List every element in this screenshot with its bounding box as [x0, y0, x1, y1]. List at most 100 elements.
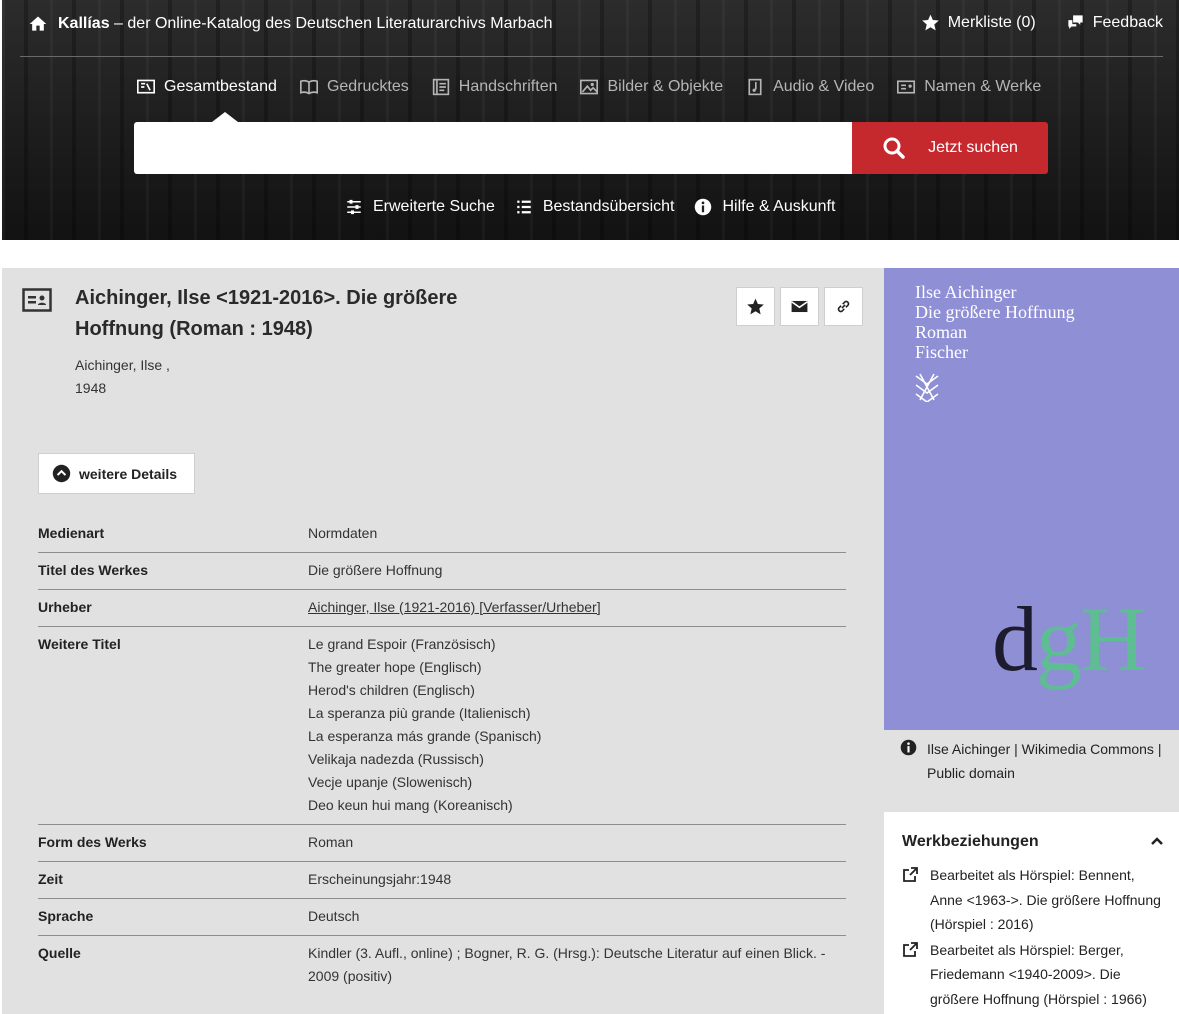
tab-bilder-objekte[interactable]: Bilder & Objekte — [579, 78, 723, 96]
credit-text: Ilse Aichinger | Wikimedia Commons | Pub… — [927, 741, 1162, 781]
value-line: Vecje upanje (Slowenisch) — [308, 774, 473, 790]
tab-label: Audio & Video — [773, 78, 875, 95]
chevron-up-icon[interactable] — [1149, 833, 1165, 849]
active-tab-pointer — [212, 112, 238, 122]
tab-handschriften[interactable]: Handschriften — [431, 78, 557, 96]
werkbeziehung-item[interactable]: Bearbeitet als Hörspiel: Berger, Friedem… — [902, 938, 1164, 1012]
image-icon — [580, 79, 599, 95]
info-icon — [695, 198, 712, 216]
search-icon — [883, 137, 905, 159]
tab-gesamtbestand[interactable]: Gesamtbestand — [136, 78, 277, 96]
brand[interactable]: Kallías – der Online-Katalog des Deutsch… — [58, 15, 553, 33]
search-bar: Jetzt suchen — [134, 122, 1048, 174]
feedback-link[interactable]: Feedback — [1066, 13, 1163, 32]
property-row: Zeit Erscheinungsjahr:1948 — [38, 862, 846, 899]
merkliste-link[interactable]: Merkliste (0) — [921, 13, 1036, 32]
brand-tagline: – der Online-Katalog des Deutschen Liter… — [114, 15, 553, 32]
image-credit: Ilse Aichinger | Wikimedia Commons | Pub… — [900, 737, 1165, 785]
werkbeziehung-label: Bearbeitet als Hörspiel: Berger, Friedem… — [930, 941, 1147, 1007]
tab-label: Gesamtbestand — [164, 78, 277, 95]
record-title: Aichinger, Ilse <1921-2016>. Die größere… — [75, 287, 458, 340]
home-icon[interactable] — [28, 14, 48, 34]
cover-line: Die größere Hoffnung — [915, 302, 1075, 322]
record-properties: Medienart Normdaten Titel des Werkes Die… — [38, 516, 846, 995]
holdings-overview-link[interactable]: Bestandsübersicht — [515, 198, 674, 216]
book-cover-image[interactable]: Ilse Aichinger Die größere Hoffnung Roma… — [884, 268, 1179, 730]
property-value: Deutsch — [308, 905, 846, 928]
werkbeziehungen-title: Werkbeziehungen — [902, 833, 1039, 850]
tab-label: Gedrucktes — [326, 78, 409, 95]
advanced-search-link[interactable]: Erweiterte Suche — [345, 198, 495, 216]
cover-letter: g — [1036, 588, 1082, 690]
record-actions — [736, 287, 863, 326]
external-link-icon — [903, 867, 918, 882]
werkbeziehung-item[interactable]: Bearbeitet als Hörspiel: Bennent, Anne <… — [902, 863, 1164, 937]
property-value: Roman — [308, 831, 846, 854]
property-label: Weitere Titel — [38, 636, 121, 652]
werkbeziehungen-panel: Werkbeziehungen Bearbeitet als Hörspiel:… — [884, 812, 1179, 1014]
envelope-icon — [791, 300, 808, 313]
property-value: Die größere Hoffnung — [308, 559, 846, 582]
more-details-button[interactable]: weitere Details — [38, 453, 195, 494]
record-subinfo: Aichinger, Ilse , 1948 — [75, 354, 170, 400]
merkliste-label: Merkliste (0) — [947, 13, 1036, 31]
bookmark-button[interactable] — [736, 287, 775, 326]
record-panel: Aichinger, Ilse <1921-2016>. Die größere… — [2, 268, 884, 1014]
werkbeziehungen-list: Bearbeitet als Hörspiel: Bennent, Anne <… — [902, 863, 1164, 1012]
property-value: Aichinger, Ilse (1921-2016) [Verfasser/U… — [308, 596, 846, 619]
value-line: The greater hope (Englisch) — [308, 659, 482, 675]
werkbeziehung-label: Bearbeitet als Hörspiel: Bennent, Anne <… — [930, 867, 1161, 932]
search-button-label: Jetzt suchen — [928, 139, 1018, 156]
property-row: Urheber Aichinger, Ilse (1921-2016) [Ver… — [38, 590, 846, 627]
cover-letter: H — [1080, 588, 1146, 690]
property-row: Titel des Werkes Die größere Hoffnung — [38, 553, 846, 590]
property-value: Kindler (3. Aufl., online) ; Bogner, R. … — [308, 942, 846, 988]
tab-audio-video[interactable]: Audio & Video — [745, 78, 874, 96]
advanced-search-label: Erweiterte Suche — [373, 198, 495, 215]
link-icon — [837, 300, 850, 313]
property-row: Quelle Kindler (3. Aufl., online) ; Bogn… — [38, 936, 846, 995]
music-icon — [748, 78, 762, 96]
property-row: Weitere Titel Le grand Espoir (Französis… — [38, 627, 846, 825]
search-button[interactable]: Jetzt suchen — [852, 122, 1048, 174]
property-row: Medienart Normdaten — [38, 516, 846, 553]
sliders-icon — [347, 199, 361, 215]
record-year: 1948 — [75, 380, 107, 396]
help-link[interactable]: Hilfe & Auskunft — [694, 198, 835, 216]
value-line: Velikaja nadezda (Russisch) — [308, 751, 484, 767]
cover-line: Roman — [915, 322, 967, 342]
value-line: Normdaten — [308, 525, 378, 541]
property-label: Sprache — [38, 908, 94, 924]
search-input[interactable] — [134, 122, 852, 174]
cover-line: Ilse Aichinger — [915, 282, 1017, 302]
email-button[interactable] — [780, 287, 819, 326]
star-icon — [921, 14, 939, 31]
tab-namen-werke[interactable]: Namen & Werke — [896, 78, 1041, 96]
list-icon — [517, 200, 531, 214]
tab-label: Namen & Werke — [924, 78, 1042, 95]
permalink-button[interactable] — [824, 287, 863, 326]
value-line: La esperanza más grande (Spanisch) — [308, 728, 542, 744]
book-icon — [299, 79, 318, 95]
property-label: Zeit — [38, 871, 63, 887]
chat-bubbles-icon — [1068, 15, 1083, 29]
chevron-up-circle-icon — [52, 464, 71, 483]
value-line: Kindler (3. Aufl., online) ; Bogner, R. … — [308, 945, 826, 984]
top-right-links: Merkliste (0) Feedback — [921, 13, 1163, 32]
property-label: Titel des Werkes — [38, 562, 148, 578]
property-value: Le grand Espoir (Französisch) The greate… — [308, 633, 846, 817]
property-value: Erscheinungsjahr:1948 — [308, 868, 846, 891]
external-link-icon — [903, 941, 918, 957]
property-row: Form des Werks Roman — [38, 825, 846, 862]
header-divider — [20, 56, 1163, 57]
cover-monogram: dgH — [992, 593, 1146, 685]
author-link[interactable]: Aichinger, Ilse (1921-2016) [Verfasser/U… — [308, 596, 846, 619]
property-value: Normdaten — [308, 522, 846, 545]
secondary-links: Erweiterte Suche Bestandsübersicht Hilfe… — [345, 198, 835, 216]
value-line: Deo keun hui mang (Koreanisch) — [308, 797, 513, 813]
value-line: Erscheinungsjahr:1948 — [308, 871, 452, 887]
more-details-label: weitere Details — [79, 465, 178, 482]
category-tabs: Gesamtbestand Gedrucktes Handschriften B… — [136, 78, 1041, 96]
property-label: Urheber — [38, 599, 92, 615]
tab-gedrucktes[interactable]: Gedrucktes — [299, 78, 409, 96]
